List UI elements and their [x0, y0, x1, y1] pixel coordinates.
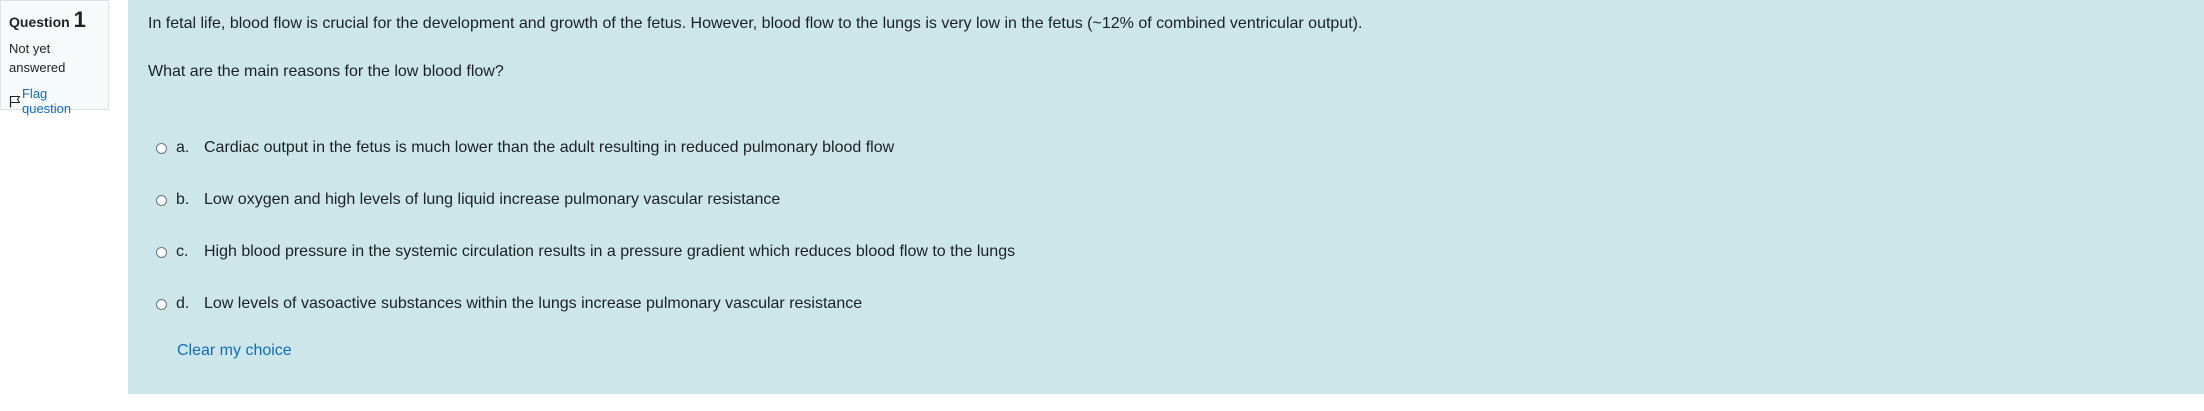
flag-icon [9, 95, 21, 107]
radio-button[interactable] [156, 194, 167, 206]
question-content: In fetal life, blood flow is crucial for… [128, 0, 2204, 394]
answer-option-c[interactable]: c. High blood pressure in the systemic c… [156, 240, 1015, 264]
question-body: In fetal life, blood flow is crucial for… [148, 15, 1363, 32]
radio-button[interactable] [156, 298, 167, 310]
answer-letter: a. [176, 139, 190, 156]
answer-text[interactable]: Low oxygen and high levels of lung liqui… [204, 191, 780, 209]
answer-text[interactable]: Cardiac output in the fetus is much lowe… [204, 139, 894, 157]
flag-question-link[interactable]: Flag question [9, 86, 100, 116]
question-number: Question 1 [9, 8, 100, 34]
answer-option-a[interactable]: a. Cardiac output in the fetus is much l… [156, 136, 1015, 160]
answer-letter: b. [176, 191, 190, 208]
question-prompt: What are the main reasons for the low bl… [148, 63, 504, 80]
clear-choice-link[interactable]: Clear my choice [177, 342, 292, 360]
quiz-page: Question 1 Not yet answered Flag questio… [0, 0, 2204, 411]
radio-button[interactable] [156, 246, 167, 258]
question-info-box: Question 1 Not yet answered Flag questio… [0, 0, 109, 116]
question-label: Question [9, 14, 70, 30]
answer-text[interactable]: High blood pressure in the systemic circ… [204, 243, 1015, 261]
question-text: In fetal life, blood flow is crucial for… [148, 12, 1362, 84]
radio-button[interactable] [156, 142, 167, 154]
answer-letter: c. [176, 243, 189, 260]
answer-text[interactable]: Low levels of vasoactive substances with… [204, 295, 862, 313]
answer-letter: d. [176, 295, 190, 312]
flag-question-label: Flag question [21, 86, 72, 116]
answer-option-b[interactable]: b. Low oxygen and high levels of lung li… [156, 188, 1015, 212]
question-state: Not yet answered [9, 41, 66, 75]
answer-list: a. Cardiac output in the fetus is much l… [156, 136, 1015, 344]
answer-option-d[interactable]: d. Low levels of vasoactive substances w… [156, 292, 1015, 316]
question-number-value: 1 [73, 7, 86, 32]
